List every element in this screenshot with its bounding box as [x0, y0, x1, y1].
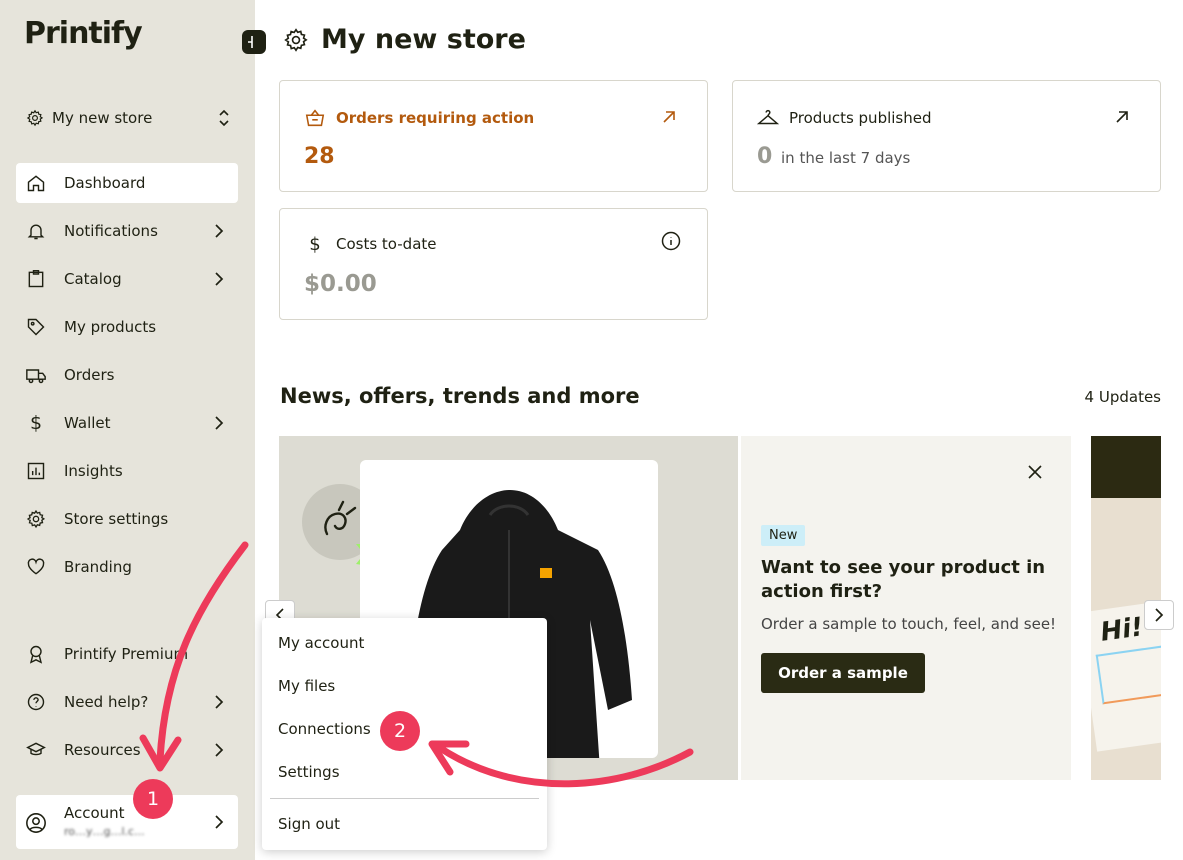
user-icon: [26, 813, 46, 833]
account-label: Account: [64, 804, 125, 822]
card-label: Orders requiring action: [336, 109, 535, 127]
heart-icon: [25, 556, 47, 578]
info-icon[interactable]: [661, 231, 681, 251]
card-value: $0.00: [304, 271, 377, 297]
sidebar-item-catalog[interactable]: Catalog: [16, 259, 238, 299]
sidebar-toggle-icon: [248, 36, 253, 48]
tag-icon: [25, 316, 47, 338]
hanger-icon: [757, 109, 779, 125]
truck-icon: [25, 364, 47, 386]
close-icon[interactable]: [1027, 464, 1043, 480]
chevron-right-icon: [215, 815, 224, 829]
chevron-updown-icon: [219, 109, 229, 127]
dollar-icon: $: [309, 233, 321, 255]
banner-text-panel: New Want to see your product in action f…: [741, 436, 1071, 780]
gear-icon: [25, 508, 47, 530]
gear-icon[interactable]: [283, 27, 309, 53]
sidebar-item-wallet[interactable]: $ Wallet: [16, 403, 238, 443]
menu-item-connections[interactable]: Connections: [278, 720, 371, 738]
clipboard-icon: [25, 268, 47, 290]
sidebar-item-label: Store settings: [64, 510, 169, 528]
account-button[interactable]: Account ro…y…g…l.c...: [16, 795, 238, 849]
sidebar-item-label: Notifications: [64, 222, 158, 240]
sidebar-item-label: Need help?: [64, 693, 149, 711]
banner-dark-strip: [1091, 436, 1161, 498]
chart-icon: [25, 460, 47, 482]
chevron-right-icon: [215, 224, 224, 238]
costs-to-date-card: $ Costs to-date $0.00: [279, 208, 708, 320]
award-icon: [25, 643, 47, 665]
card-value: 0: [757, 144, 773, 169]
news-section-title: News, offers, trends and more: [280, 384, 640, 408]
banner-subtitle: Order a sample to touch, feel, and see!: [761, 615, 1057, 633]
orders-requiring-action-card[interactable]: Orders requiring action 28: [279, 80, 708, 192]
sidebar-item-label: Catalog: [64, 270, 122, 288]
sidebar-item-branding[interactable]: Branding: [16, 547, 238, 587]
step-1-badge: 1: [133, 779, 173, 819]
order-sample-button[interactable]: Order a sample: [761, 653, 925, 693]
menu-item-sign-out[interactable]: Sign out: [278, 815, 340, 833]
chevron-right-icon: [215, 416, 224, 430]
basket-icon: [305, 109, 325, 127]
sidebar-item-label: Printify Premium: [64, 645, 189, 663]
arrow-up-right-icon: [663, 111, 675, 123]
sidebar-item-my-products[interactable]: My products: [16, 307, 238, 347]
sidebar-item-printify-premium[interactable]: Printify Premium: [16, 634, 238, 674]
collapse-sidebar-button[interactable]: [242, 30, 266, 54]
bell-icon: [25, 220, 47, 242]
menu-item-my-account[interactable]: My account: [278, 634, 364, 652]
graduation-cap-icon: [25, 739, 47, 761]
dollar-icon: $: [29, 412, 43, 434]
products-published-card[interactable]: Products published 0 in the last 7 days: [732, 80, 1161, 192]
page-title: My new store: [321, 24, 526, 55]
menu-item-settings[interactable]: Settings: [278, 763, 340, 781]
sidebar-item-label: Orders: [64, 366, 115, 384]
sidebar-item-label: Resources: [64, 741, 141, 759]
sidebar-item-store-settings[interactable]: Store settings: [16, 499, 238, 539]
new-badge: New: [761, 525, 806, 546]
arrow-up-right-icon: [1116, 111, 1128, 123]
sidebar-item-insights[interactable]: Insights: [16, 451, 238, 491]
carousel-next-button[interactable]: [1144, 600, 1174, 630]
sidebar: Printify My new store Dashboard Notifica…: [0, 0, 255, 860]
step-2-badge: 2: [380, 711, 420, 751]
chevron-right-icon: [1155, 608, 1164, 622]
selection-frame: [1095, 643, 1161, 705]
account-email: ro…y…g…l.c...: [64, 825, 145, 838]
updates-count: 4 Updates: [1084, 388, 1161, 406]
sidebar-item-notifications[interactable]: Notifications: [16, 211, 238, 251]
banner-title: Want to see your product in action first…: [761, 557, 1046, 602]
sidebar-item-label: Wallet: [64, 414, 111, 432]
card-subtitle: in the last 7 days: [781, 149, 911, 167]
home-icon: [25, 172, 47, 194]
sidebar-item-label: Insights: [64, 462, 123, 480]
menu-item-my-files[interactable]: My files: [278, 677, 335, 695]
chevron-right-icon: [215, 695, 224, 709]
sidebar-item-resources[interactable]: Resources: [16, 730, 238, 770]
help-icon: [25, 691, 47, 713]
store-name: My new store: [52, 109, 153, 127]
page-header: My new store: [283, 24, 526, 55]
menu-divider: [270, 798, 539, 799]
gear-icon: [26, 109, 44, 127]
card-label: Costs to-date: [336, 235, 437, 253]
sidebar-item-orders[interactable]: Orders: [16, 355, 238, 395]
banner2-text: Hi!: [1098, 612, 1145, 648]
sidebar-item-label: Dashboard: [64, 174, 146, 192]
store-switcher[interactable]: My new store: [26, 104, 231, 132]
sidebar-item-label: Branding: [64, 558, 132, 576]
printify-logo[interactable]: Printify: [24, 16, 143, 51]
card-label: Products published: [789, 109, 932, 127]
sidebar-item-label: My products: [64, 318, 157, 336]
sidebar-item-need-help[interactable]: Need help?: [16, 682, 238, 722]
chevron-right-icon: [215, 743, 224, 757]
sidebar-item-dashboard[interactable]: Dashboard: [16, 163, 238, 203]
card-value: 28: [304, 144, 335, 169]
chevron-right-icon: [215, 272, 224, 286]
